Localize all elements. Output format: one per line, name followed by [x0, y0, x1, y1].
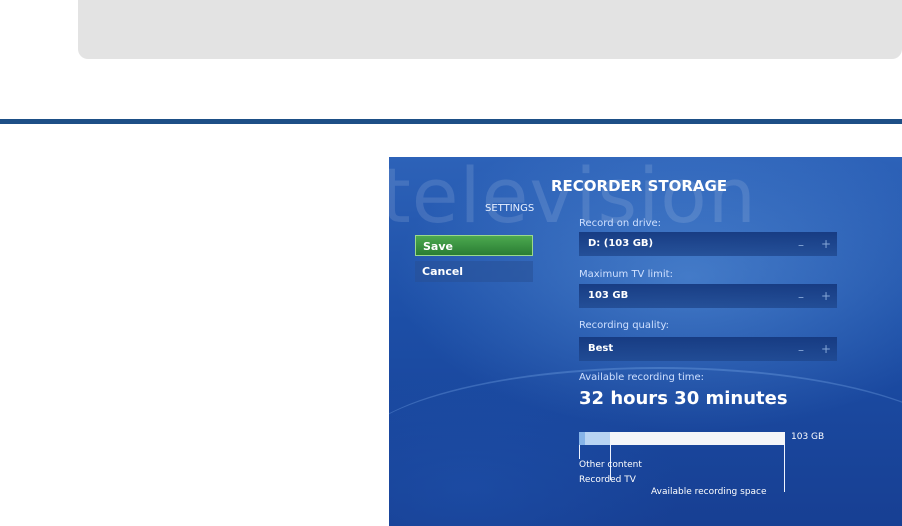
max-tv-limit-plus-button[interactable]: + — [821, 289, 831, 303]
other-content-segment — [579, 432, 585, 445]
max-tv-limit-label: Maximum TV limit: — [579, 269, 673, 280]
television-watermark: television — [389, 157, 757, 240]
available-time-label: Available recording time: — [579, 372, 704, 383]
record-on-drive-plus-button[interactable]: + — [821, 237, 831, 251]
storage-bar — [579, 432, 785, 445]
record-on-drive-minus-button[interactable]: – — [798, 238, 804, 252]
storage-total-label: 103 GB — [791, 432, 825, 442]
top-bar — [78, 0, 902, 59]
max-tv-limit-minus-button[interactable]: – — [798, 290, 804, 304]
legend-recorded-tv: Recorded TV — [579, 475, 636, 485]
page-title: RECORDER STORAGE — [551, 177, 728, 195]
save-button[interactable]: Save — [415, 235, 533, 256]
legend-other-content: Other content — [579, 460, 642, 470]
other-content-tick — [579, 445, 580, 459]
available-space-tick — [784, 445, 785, 492]
record-on-drive-label: Record on drive: — [579, 218, 662, 229]
legend-available-space: Available recording space — [651, 487, 767, 497]
recorder-storage-screen: television RECORDER STORAGE SETTINGS Sav… — [389, 157, 902, 526]
divider-line — [0, 119, 902, 124]
cancel-button[interactable]: Cancel — [415, 261, 533, 282]
settings-label: SETTINGS — [485, 203, 535, 214]
recording-quality-label: Recording quality: — [579, 320, 670, 331]
recording-quality-plus-button[interactable]: + — [821, 342, 831, 356]
recording-quality-minus-button[interactable]: – — [798, 343, 804, 357]
available-time-value: 32 hours 30 minutes — [579, 388, 788, 409]
